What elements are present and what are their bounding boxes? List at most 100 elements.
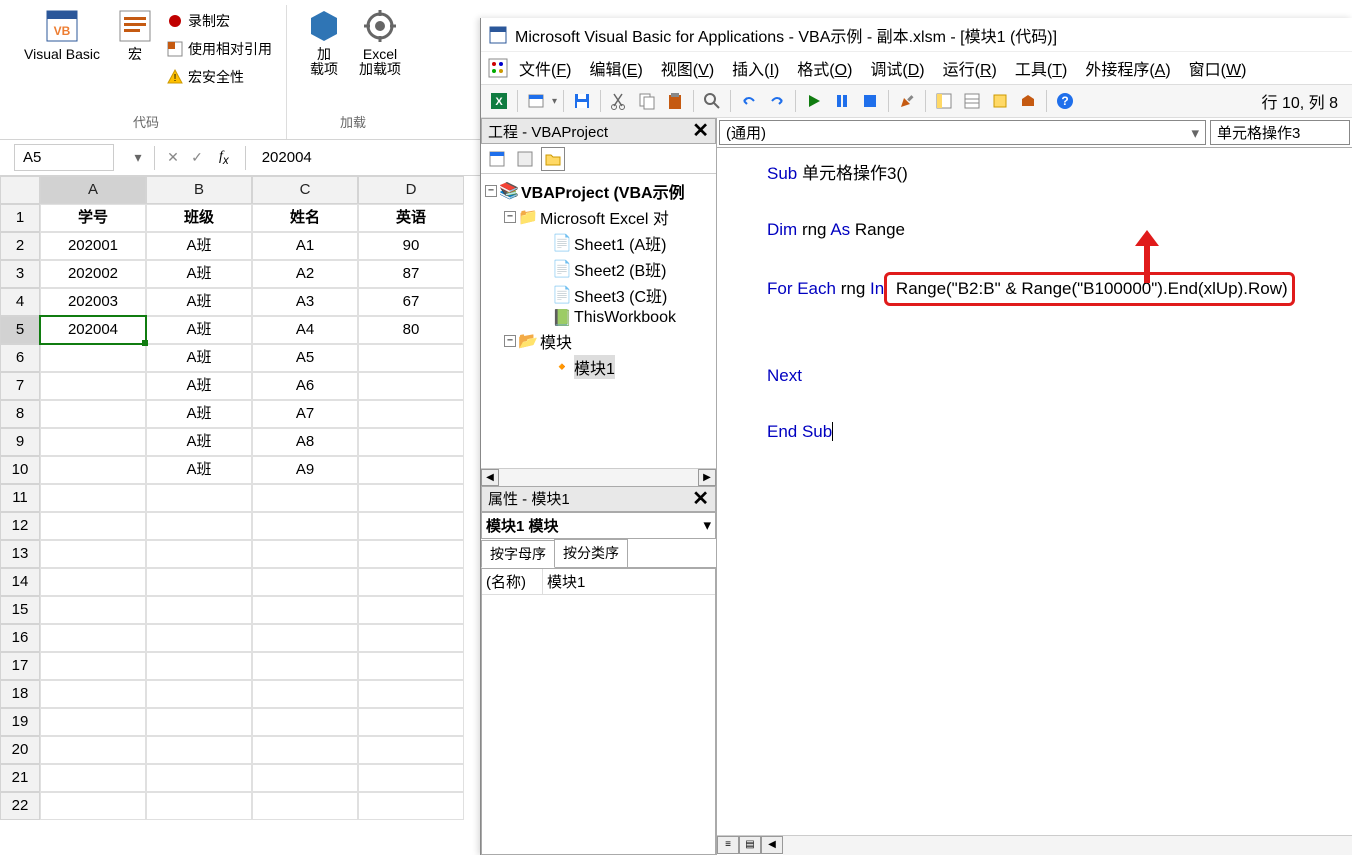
cell[interactable] bbox=[146, 736, 252, 764]
cell[interactable] bbox=[40, 568, 146, 596]
macro-security-button[interactable]: ! 宏安全性 bbox=[164, 65, 274, 89]
cell[interactable] bbox=[146, 680, 252, 708]
horizontal-scrollbar[interactable] bbox=[783, 836, 1352, 855]
cell[interactable]: 英语 bbox=[358, 204, 464, 232]
pause-button[interactable] bbox=[830, 89, 854, 113]
tree-scrollbar[interactable]: ◀▶ bbox=[481, 468, 716, 486]
select-all-corner[interactable] bbox=[0, 176, 40, 204]
cell[interactable] bbox=[358, 372, 464, 400]
view-object-button[interactable] bbox=[513, 147, 537, 171]
vba-menu-item[interactable]: 窗口(W) bbox=[1181, 54, 1255, 82]
cell[interactable] bbox=[40, 680, 146, 708]
cell[interactable] bbox=[358, 736, 464, 764]
scroll-left-button[interactable]: ◀ bbox=[761, 836, 783, 854]
fx-label[interactable]: fx bbox=[219, 149, 229, 167]
cell[interactable]: A3 bbox=[252, 288, 358, 316]
cell[interactable] bbox=[358, 456, 464, 484]
cell[interactable]: 202003 bbox=[40, 288, 146, 316]
cell[interactable]: A班 bbox=[146, 372, 252, 400]
cell[interactable] bbox=[146, 764, 252, 792]
row-header[interactable]: 2 bbox=[0, 232, 40, 260]
cell[interactable] bbox=[40, 764, 146, 792]
record-macro-button[interactable]: 录制宏 bbox=[164, 9, 274, 33]
row-header[interactable]: 7 bbox=[0, 372, 40, 400]
row-header[interactable]: 6 bbox=[0, 344, 40, 372]
cell[interactable] bbox=[40, 652, 146, 680]
cell[interactable] bbox=[358, 512, 464, 540]
vba-menu-item[interactable]: 调试(D) bbox=[862, 54, 932, 82]
cell[interactable] bbox=[40, 484, 146, 512]
row-header[interactable]: 14 bbox=[0, 568, 40, 596]
cell[interactable] bbox=[146, 596, 252, 624]
cell[interactable] bbox=[40, 708, 146, 736]
find-button[interactable] bbox=[700, 89, 724, 113]
properties-object-selector[interactable]: 模块1 模块▾ bbox=[481, 512, 716, 539]
cell[interactable] bbox=[40, 624, 146, 652]
cell[interactable] bbox=[146, 512, 252, 540]
cell[interactable] bbox=[40, 400, 146, 428]
cell[interactable]: 班级 bbox=[146, 204, 252, 232]
redo-button[interactable] bbox=[765, 89, 789, 113]
column-header[interactable]: C bbox=[252, 176, 358, 204]
close-icon[interactable]: ✕ bbox=[692, 121, 709, 141]
tab-categorized[interactable]: 按分类序 bbox=[554, 539, 628, 567]
row-header[interactable]: 3 bbox=[0, 260, 40, 288]
cell[interactable] bbox=[358, 484, 464, 512]
cell[interactable]: 80 bbox=[358, 316, 464, 344]
cell[interactable]: A班 bbox=[146, 456, 252, 484]
cell[interactable] bbox=[252, 512, 358, 540]
cell[interactable] bbox=[358, 652, 464, 680]
tab-alphabetic[interactable]: 按字母序 bbox=[481, 540, 555, 568]
cell[interactable] bbox=[40, 736, 146, 764]
cell[interactable] bbox=[358, 764, 464, 792]
cell[interactable]: A班 bbox=[146, 428, 252, 456]
cell[interactable] bbox=[358, 540, 464, 568]
cell[interactable] bbox=[252, 736, 358, 764]
cell[interactable] bbox=[358, 708, 464, 736]
cell[interactable] bbox=[146, 708, 252, 736]
vba-menu-item[interactable]: 视图(V) bbox=[653, 54, 722, 82]
object-browser-button[interactable] bbox=[988, 89, 1012, 113]
full-module-view-button[interactable]: ▤ bbox=[739, 836, 761, 854]
cell[interactable]: A9 bbox=[252, 456, 358, 484]
cell[interactable] bbox=[40, 792, 146, 820]
procedure-view-button[interactable]: ≡ bbox=[717, 836, 739, 854]
cell[interactable]: A班 bbox=[146, 260, 252, 288]
cell[interactable] bbox=[252, 792, 358, 820]
cell[interactable]: 67 bbox=[358, 288, 464, 316]
cell[interactable]: A班 bbox=[146, 344, 252, 372]
toolbox-button[interactable] bbox=[1016, 89, 1040, 113]
cell[interactable]: 202001 bbox=[40, 232, 146, 260]
row-header[interactable]: 1 bbox=[0, 204, 40, 232]
row-header[interactable]: 13 bbox=[0, 540, 40, 568]
row-header[interactable]: 15 bbox=[0, 596, 40, 624]
properties-button[interactable] bbox=[960, 89, 984, 113]
row-header[interactable]: 16 bbox=[0, 624, 40, 652]
cell[interactable]: 90 bbox=[358, 232, 464, 260]
name-box-dropdown[interactable]: ▾ bbox=[128, 149, 148, 166]
vba-menu-item[interactable]: 外接程序(A) bbox=[1077, 54, 1178, 82]
visual-basic-button[interactable]: VB Visual Basic bbox=[18, 5, 106, 89]
cell[interactable] bbox=[358, 568, 464, 596]
cell[interactable] bbox=[146, 568, 252, 596]
cell[interactable] bbox=[40, 428, 146, 456]
cell[interactable] bbox=[358, 400, 464, 428]
vba-menu-item[interactable]: 运行(R) bbox=[935, 54, 1005, 82]
cell[interactable] bbox=[252, 568, 358, 596]
formula-input[interactable]: 202004 bbox=[252, 149, 322, 166]
cell[interactable]: 学号 bbox=[40, 204, 146, 232]
accept-formula-button[interactable]: ✓ bbox=[185, 146, 209, 170]
cell[interactable] bbox=[358, 596, 464, 624]
cell[interactable] bbox=[252, 624, 358, 652]
cell[interactable] bbox=[358, 344, 464, 372]
cell[interactable]: A班 bbox=[146, 400, 252, 428]
cell[interactable] bbox=[358, 624, 464, 652]
cell[interactable]: A1 bbox=[252, 232, 358, 260]
row-header[interactable]: 8 bbox=[0, 400, 40, 428]
cell[interactable] bbox=[252, 652, 358, 680]
cell[interactable] bbox=[358, 428, 464, 456]
vba-title-bar[interactable]: Microsoft Visual Basic for Applications … bbox=[481, 18, 1352, 52]
row-header[interactable]: 20 bbox=[0, 736, 40, 764]
cell[interactable] bbox=[40, 456, 146, 484]
view-excel-button[interactable]: X bbox=[487, 89, 511, 113]
